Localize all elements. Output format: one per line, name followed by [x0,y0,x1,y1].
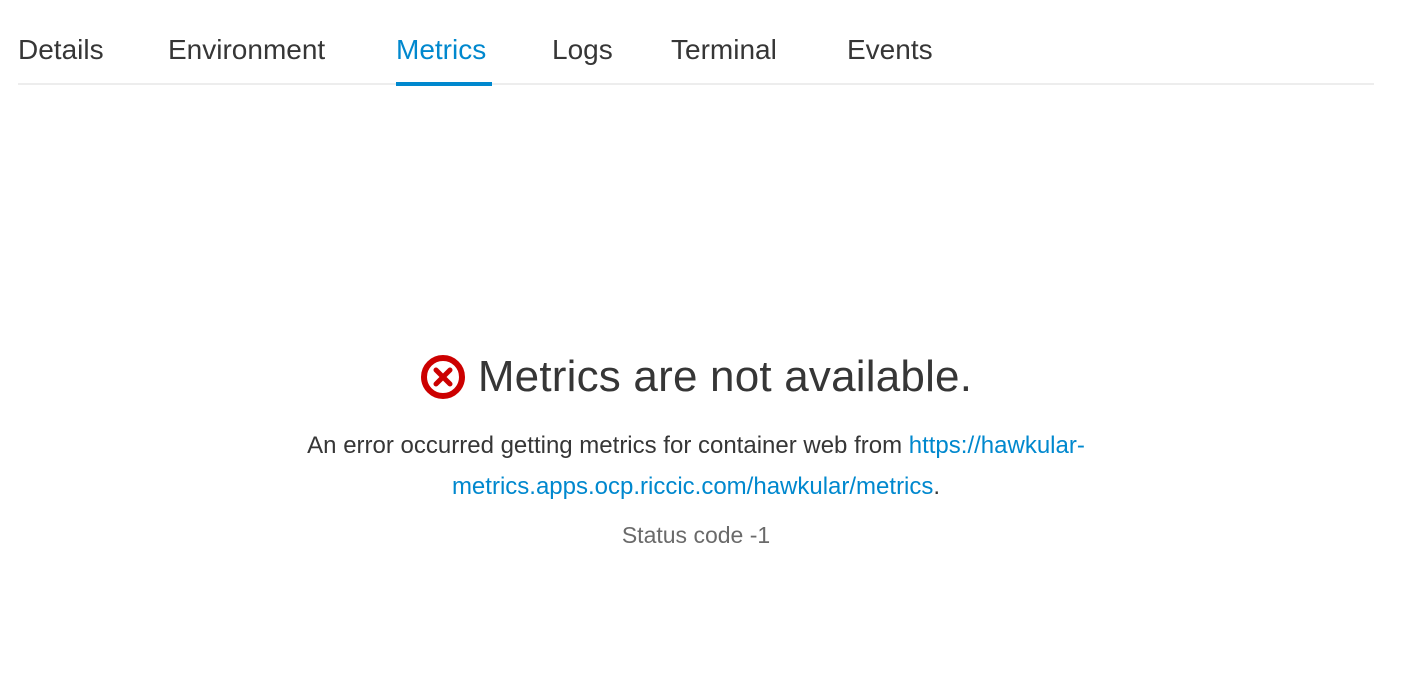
tab-events[interactable]: Events [847,0,933,85]
empty-state-title-row: Metrics are not available. [420,345,972,409]
tab-metrics[interactable]: Metrics [396,0,492,86]
metrics-empty-state: Metrics are not available. An error occu… [0,345,1392,549]
tab-bar: Details Environment Metrics Logs Termina… [18,0,1374,86]
error-message: An error occurred getting metrics for co… [246,425,1146,507]
empty-state-title: Metrics are not available. [477,352,973,401]
error-message-suffix: . [933,473,941,500]
status-code: Status code -1 [621,522,771,548]
tab-terminal[interactable]: Terminal [671,0,777,85]
tab-logs[interactable]: Logs [552,0,613,85]
error-circle-o-icon [420,354,466,400]
error-message-prefix: An error occurred getting metrics for co… [307,432,909,459]
tab-environment[interactable]: Environment [168,0,325,85]
tab-details[interactable]: Details [18,0,104,85]
